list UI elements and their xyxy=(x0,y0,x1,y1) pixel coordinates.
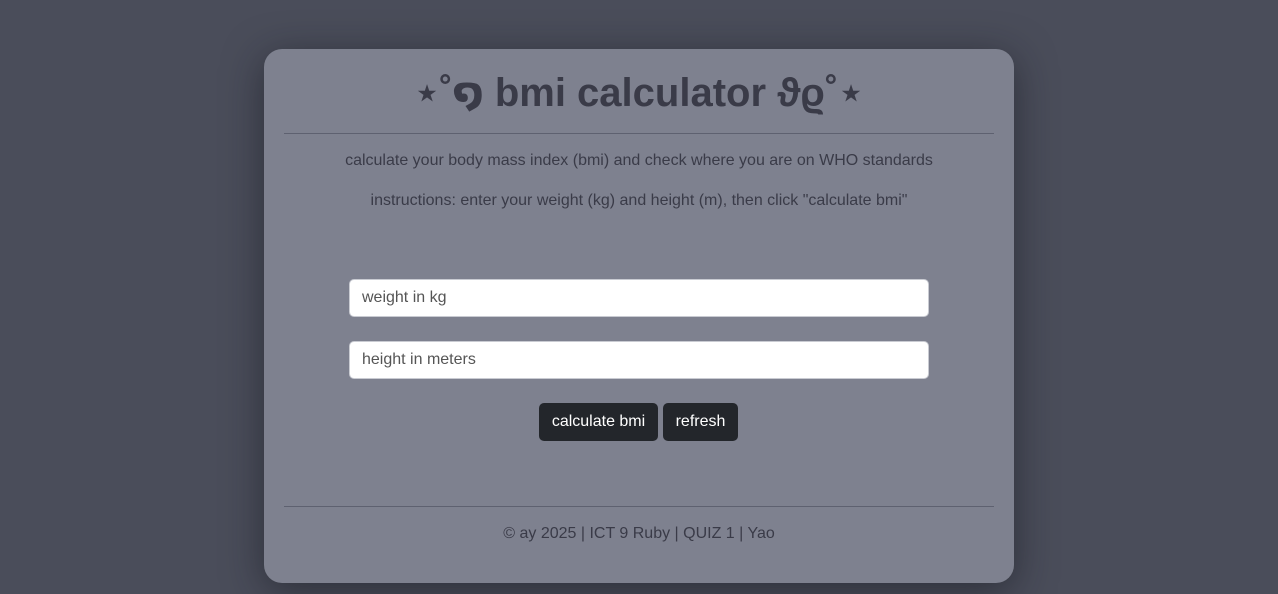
refresh-button[interactable]: refresh xyxy=(663,403,738,441)
height-input[interactable] xyxy=(349,341,929,379)
header-divider xyxy=(284,133,994,134)
footer-divider xyxy=(284,506,994,507)
page-title: ⋆˚໑ bmi calculator ϑϱ˚⋆ xyxy=(414,71,864,115)
weight-input[interactable] xyxy=(349,279,929,317)
instructions-text: instructions: enter your weight (kg) and… xyxy=(370,192,908,209)
description-text: calculate your body mass index (bmi) and… xyxy=(345,152,933,169)
bmi-calculator-card: ⋆˚໑ bmi calculator ϑϱ˚⋆ calculate your b… xyxy=(264,49,1014,583)
footer-text: © ay 2025 | ICT 9 Ruby | QUIZ 1 | Yao xyxy=(503,525,775,542)
calculate-bmi-button[interactable]: calculate bmi xyxy=(539,403,658,441)
